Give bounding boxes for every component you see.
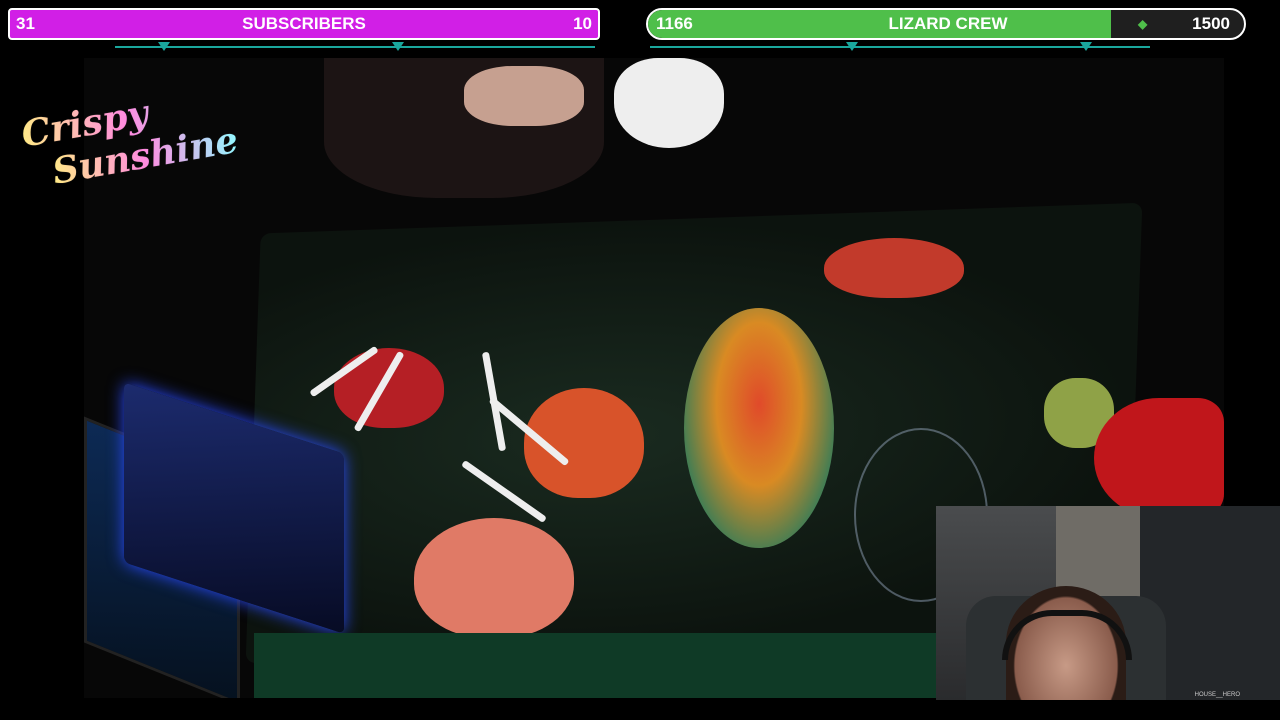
frog-art: [684, 308, 834, 548]
red-pot: [1094, 398, 1224, 518]
stream-goal-bar: 31 SUBSCRIBERS 10 1166 LIZARD CREW ◆ 150…: [0, 0, 1280, 56]
neon-divider: [115, 46, 595, 48]
lizard-crew-target: 1500: [1192, 14, 1230, 33]
camera-tag: HOUSE__HERO: [1194, 692, 1240, 698]
sugar-skull: [614, 58, 724, 148]
mushroom-art: [414, 518, 574, 638]
subscribers-goal-bar: 31 SUBSCRIBERS 10: [8, 8, 600, 40]
neon-marker-icon: [392, 42, 404, 51]
subscribers-target: 10: [573, 14, 592, 33]
neon-marker-icon: [846, 42, 858, 51]
neon-marker-icon: [158, 42, 170, 51]
mushroom-art: [334, 348, 444, 428]
subscribers-label: SUBSCRIBERS: [242, 14, 366, 33]
facecam-feed: HOUSE__HERO: [936, 506, 1280, 700]
mushroom-art: [824, 238, 964, 298]
hand: [464, 66, 584, 126]
neon-marker-icon: [1080, 42, 1092, 51]
lizard-crew-label: LIZARD CREW: [888, 14, 1008, 33]
neon-divider: [650, 46, 1150, 48]
gem-icon: ◆: [1138, 17, 1148, 31]
lizard-crew-goal-bar: 1166 LIZARD CREW ◆ 1500: [646, 8, 1246, 40]
